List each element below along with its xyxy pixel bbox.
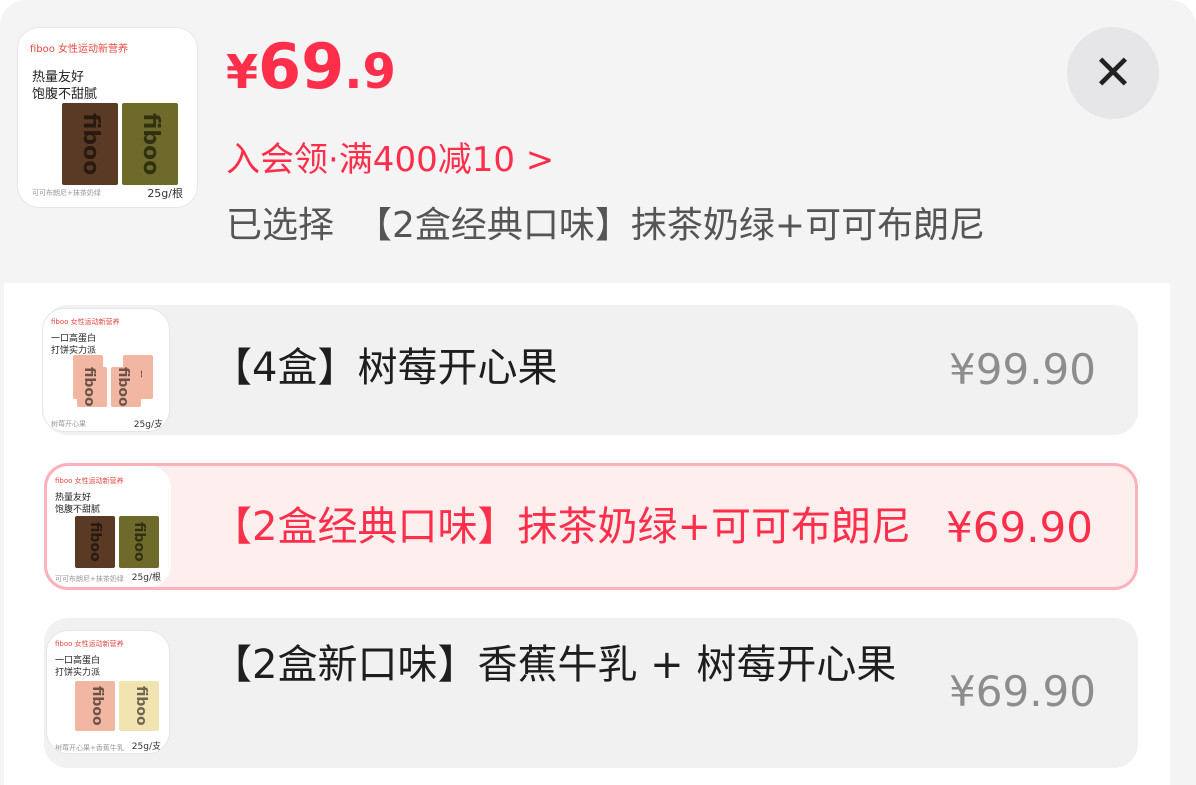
thumb-brand: fiboo 女性运动新营养 — [55, 477, 124, 485]
close-button[interactable]: ✕ — [1067, 27, 1159, 119]
sku-option-label: 【4盒】树莓开心果 — [212, 345, 558, 391]
thumb-brand: fiboo 女性运动新营养 — [55, 640, 124, 648]
sku-option-price: ¥99.90 — [949, 345, 1096, 394]
price-integer: 69 — [258, 30, 345, 103]
berry-box-image: fiboo — [75, 681, 115, 731]
option-thumbnail: fiboo 女性运动新营养 一口高蛋白 打饼实力派 fit fit fiboo … — [42, 308, 170, 432]
matcha-box-image: fiboo — [119, 516, 159, 568]
thumb-size: 25g/支 — [133, 420, 163, 430]
selected-summary: 已选择 【2盒经典口味】抹茶奶绿+可可布朗尼 — [226, 196, 985, 248]
matcha-box-image: fiboo — [122, 103, 178, 185]
thumb-tagline-2: 饱腹不甜腻 — [55, 505, 101, 515]
sku-option-price: ¥69.90 — [946, 503, 1093, 552]
thumb-fine-print: 树莓开心果 — [51, 420, 86, 428]
product-thumbnail: fiboo 女性运动新营养 热量友好 饱腹不甜腻 fiboo fiboo 可可布… — [17, 27, 198, 208]
membership-promo-link[interactable]: 入会领·满400减10 > — [226, 132, 554, 181]
thumb-tagline-2: 饱腹不甜腻 — [32, 87, 98, 102]
price-currency: ¥ — [226, 45, 259, 99]
thumb-fine-print: 可可布朗尼+抹茶奶绿 — [55, 575, 124, 583]
current-price: ¥69.9 — [226, 30, 396, 103]
option-thumbnail: fiboo 女性运动新营养 热量友好 饱腹不甜腻 fiboo fiboo 可可布… — [47, 466, 171, 587]
sku-option-list: fiboo 女性运动新营养 一口高蛋白 打饼实力派 fit fit fiboo … — [4, 283, 1170, 785]
thumb-fine-print: 可可布朗尼+抹茶奶绿 — [32, 189, 101, 197]
thumb-size: 25g/根 — [131, 573, 161, 583]
thumb-size: 25g/根 — [147, 187, 183, 200]
thumb-tagline-2: 打饼实力派 — [55, 668, 101, 678]
sku-selector-sheet: fiboo 女性运动新营养 热量友好 饱腹不甜腻 fiboo fiboo 可可布… — [0, 0, 1196, 785]
berry-box-image: fiboo — [111, 367, 141, 407]
thumb-size: 25g/支 — [131, 742, 161, 752]
sku-option[interactable]: fiboo 女性运动新营养 一口高蛋白 打饼实力派 fiboo fiboo 树莓… — [44, 618, 1138, 768]
thumb-fine-print: 树莓开心果+香蕉牛乳 — [55, 744, 124, 752]
cocoa-box-image: fiboo — [75, 516, 115, 568]
sku-header: fiboo 女性运动新营养 热量友好 饱腹不甜腻 fiboo fiboo 可可布… — [0, 0, 1196, 282]
price-decimal: .9 — [344, 44, 396, 100]
cocoa-box-image: fiboo — [62, 103, 118, 185]
sku-option-price: ¥69.90 — [949, 667, 1096, 716]
close-icon: ✕ — [1092, 45, 1134, 101]
sku-option[interactable]: fiboo 女性运动新营养 一口高蛋白 打饼实力派 fit fit fiboo … — [42, 305, 1138, 435]
thumb-brand: fiboo 女性运动新营养 — [30, 44, 129, 55]
berry-box-image: fiboo — [77, 367, 107, 407]
sku-option-label: 【2盒经典口味】抹茶奶绿+可可布朗尼 — [212, 504, 911, 550]
selected-value: 【2盒经典口味】抹茶奶绿+可可布朗尼 — [356, 205, 986, 246]
option-thumbnail: fiboo 女性运动新营养 一口高蛋白 打饼实力派 fiboo fiboo 树莓… — [46, 630, 170, 754]
selected-label: 已选择 — [226, 205, 335, 246]
sku-option-selected[interactable]: fiboo 女性运动新营养 热量友好 饱腹不甜腻 fiboo fiboo 可可布… — [44, 463, 1138, 590]
banana-box-image: fiboo — [119, 681, 159, 731]
sku-option-label: 【2盒新口味】香蕉牛乳 + 树莓开心果 — [212, 642, 897, 688]
thumb-brand: fiboo 女性运动新营养 — [51, 318, 120, 326]
